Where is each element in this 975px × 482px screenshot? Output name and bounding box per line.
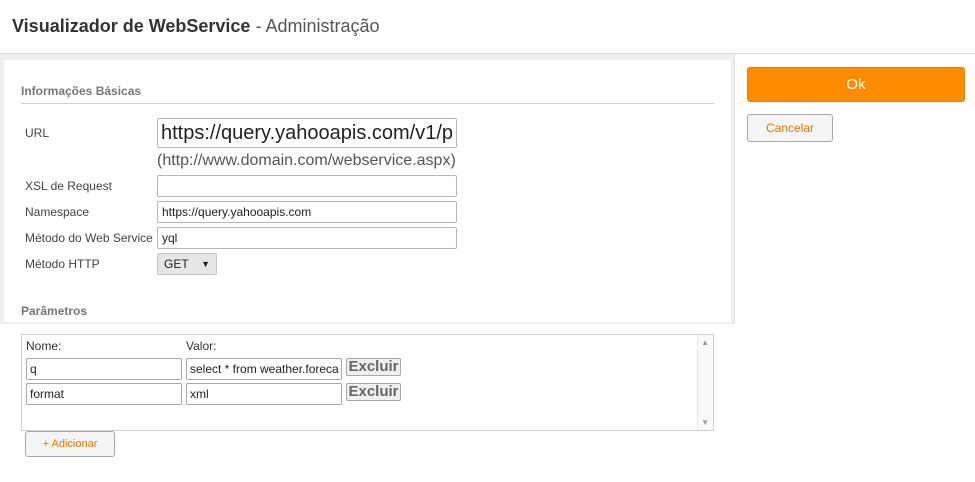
param-value-input[interactable]: xml	[186, 383, 342, 405]
namespace-input[interactable]: https://query.yahooapis.com	[157, 201, 457, 223]
url-label: URL	[25, 126, 50, 140]
scroll-up-icon[interactable]: ▲	[701, 338, 709, 347]
params-section-title: Parâmetros	[21, 304, 88, 318]
add-param-button[interactable]: + Adicionar	[25, 431, 115, 457]
section-divider	[21, 103, 714, 104]
web-service-method-label: Método do Web Service	[25, 231, 153, 245]
xsl-request-label: XSL de Request	[25, 179, 112, 193]
delete-param-button[interactable]: Excluir	[346, 358, 401, 376]
app-title: Visualizador de WebService	[12, 16, 251, 36]
basic-info-section-title: Informações Básicas	[21, 84, 142, 98]
param-name-input[interactable]: format	[26, 383, 182, 405]
params-scrollbar[interactable]: ▲ ▼	[697, 335, 713, 430]
page-subtitle: Administração	[265, 16, 380, 36]
http-method-select[interactable]: GET ▼	[157, 253, 217, 275]
namespace-label: Namespace	[25, 205, 90, 219]
xsl-request-input[interactable]	[157, 175, 457, 197]
cancel-button[interactable]: Cancelar	[747, 114, 833, 142]
http-method-value: GET	[164, 257, 189, 271]
title-separator: -	[250, 16, 266, 36]
panel-divider	[734, 54, 735, 324]
delete-param-button[interactable]: Excluir	[346, 383, 401, 401]
value-column-header: Valor:	[186, 339, 217, 353]
scroll-down-icon[interactable]: ▼	[701, 418, 709, 427]
url-hint: (http://www.domain.com/webservice.aspx)	[157, 152, 456, 169]
web-service-method-input[interactable]: yql	[157, 227, 457, 249]
caret-down-icon: ▼	[201, 259, 210, 269]
header-bar: Visualizador de WebService - Administraç…	[0, 0, 975, 54]
param-name-input[interactable]: q	[26, 358, 182, 380]
param-value-input[interactable]: select * from weather.foreca	[186, 358, 342, 380]
http-method-label: Método HTTP	[25, 257, 100, 271]
name-column-header: Nome:	[26, 339, 62, 353]
url-input[interactable]: https://query.yahooapis.com/v1/p	[157, 118, 457, 148]
params-list: Nome: Valor: q select * from weather.for…	[21, 334, 714, 431]
page-title: Visualizador de WebService - Administraç…	[12, 16, 380, 37]
ok-button[interactable]: Ok	[747, 67, 965, 102]
